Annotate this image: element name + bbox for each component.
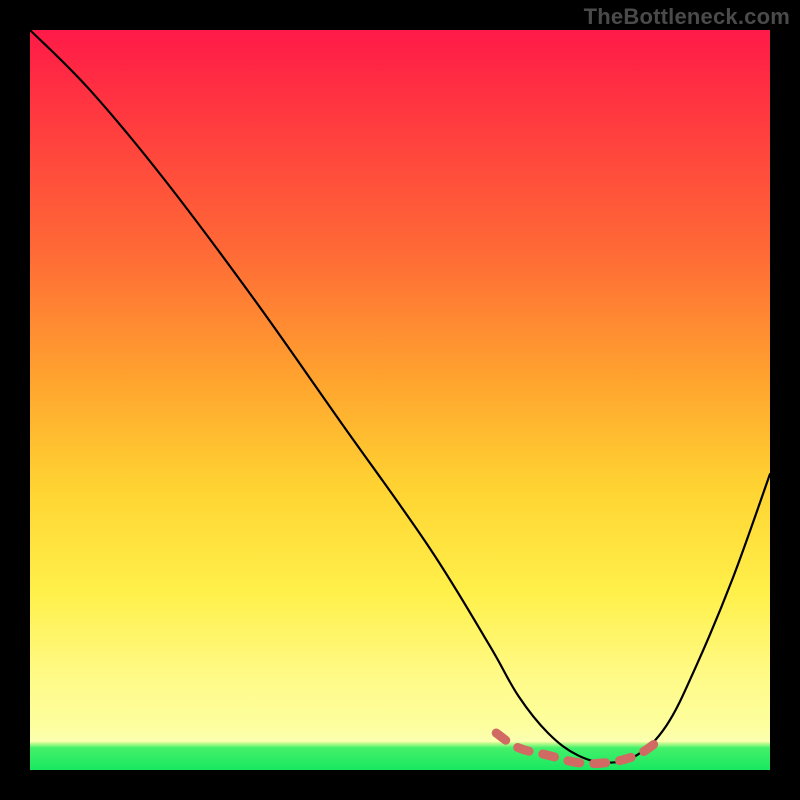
watermark-text: TheBottleneck.com xyxy=(584,4,790,30)
highlighted-bottom-range xyxy=(496,733,659,764)
chart-frame: TheBottleneck.com xyxy=(0,0,800,800)
plot-area xyxy=(30,30,770,770)
bottleneck-curve xyxy=(30,30,770,763)
curve-svg xyxy=(30,30,770,770)
